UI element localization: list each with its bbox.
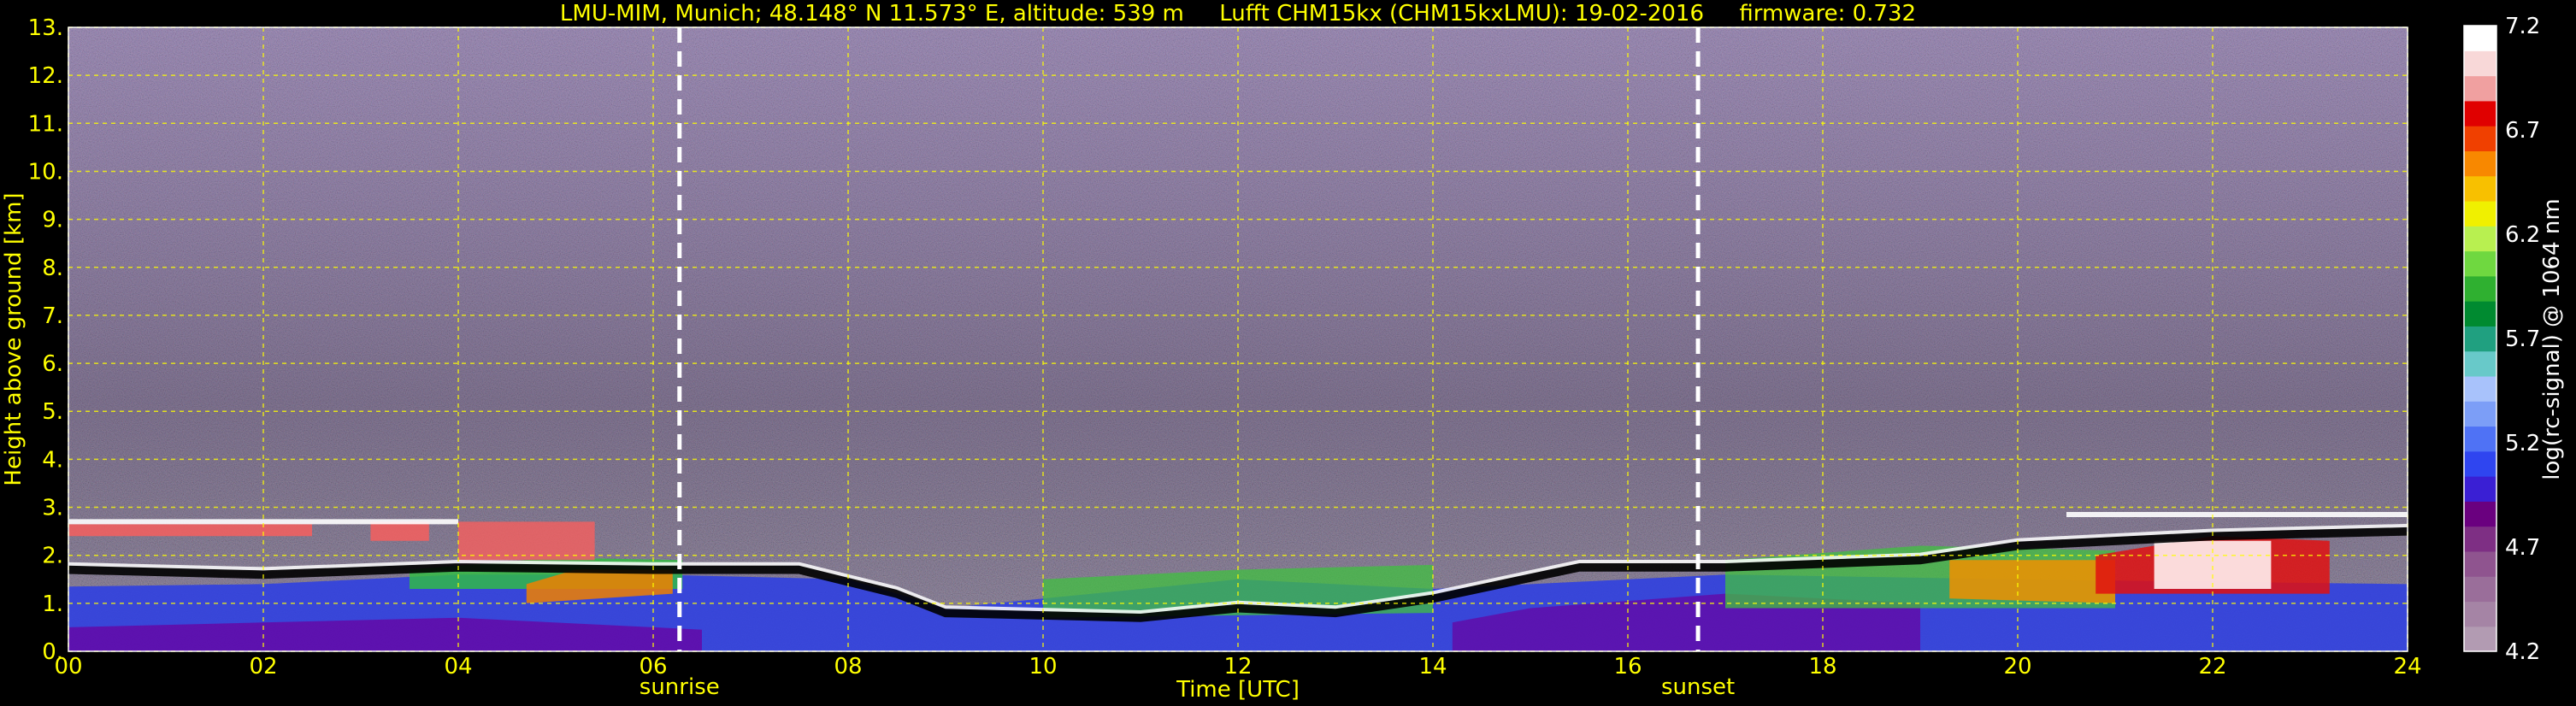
y-tick-label: 2. [42,544,63,569]
x-tick-label: 02 [249,654,277,680]
colorbar-swatch [2464,550,2496,577]
y-tick-label: 5. [42,399,63,425]
colorbar-swatch [2464,526,2496,552]
colorbar-label: log(rc-signal) @ 1064 nm [2539,198,2565,479]
y-tick-label: 0. [42,639,63,665]
y-tick-label: 9. [42,208,63,233]
pbl-white [2154,540,2272,589]
y-tick-label: 12. [28,63,63,89]
chart-title: LMU-MIM, Munich; 48.148° N 11.573° E, al… [560,1,1916,26]
y-tick-label: 11. [28,111,63,137]
residual-red-layer [68,524,312,537]
colorbar-swatch [2464,250,2496,277]
colorbar-tick-label: 4.2 [2505,639,2540,665]
y-axis-label: Height above ground [km] [1,192,27,485]
colorbar-swatch [2464,426,2496,452]
colorbar-swatch [2464,275,2496,302]
x-tick-label: 14 [1418,654,1447,680]
y-tick-label: 8. [42,256,63,281]
colorbar-tick-label: 5.2 [2505,431,2540,456]
colorbar-swatch [2464,226,2496,252]
x-tick-label: 06 [639,654,667,680]
y-tick-label: 4. [42,447,63,473]
colorbar [2463,25,2497,652]
y-tick-label: 10. [28,159,63,185]
colorbar-swatch [2464,375,2496,402]
x-tick-label: 04 [444,654,472,680]
y-tick-label: 13. [28,15,63,41]
x-tick-label: 16 [1613,654,1642,680]
y-tick-label: 6. [42,351,63,377]
colorbar-tick-label: 6.2 [2505,222,2540,248]
x-tick-label: 24 [2393,654,2421,680]
colorbar-swatch [2464,200,2496,227]
y-tick-label: 7. [42,303,63,329]
colorbar-swatch [2464,126,2496,151]
pbl-orange-2 [1949,560,2115,603]
x-tick-label: 18 [1808,654,1836,680]
residual-red-layer-3 [458,521,595,561]
colorbar-swatch [2464,150,2496,177]
x-tick-label: 10 [1029,654,1057,680]
y-tick-label: 3. [42,496,63,521]
colorbar-swatch [2464,450,2496,477]
colorbar-tick-label: 5.7 [2505,327,2540,352]
colorbar-swatch [2464,576,2496,603]
colorbar-swatch [2464,401,2496,427]
colorbar-tick-label: 6.7 [2505,118,2540,144]
x-tick-label: 22 [2198,654,2226,680]
colorbar-swatch [2464,601,2496,627]
colorbar-swatch [2464,326,2496,352]
x-tick-label: 12 [1223,654,1252,680]
colorbar-swatch [2464,50,2496,77]
colorbar-tick-label: 4.7 [2505,535,2540,561]
colorbar-tick-label: 7.2 [2505,14,2540,39]
residual-red-layer-2 [370,521,429,541]
colorbar-swatch [2464,175,2496,202]
colorbar-swatch [2464,501,2496,527]
colorbar-swatch [2464,626,2496,652]
colorbar-swatch [2464,75,2496,102]
ceilometer-chart: sunrise sunset 00 02 04 06 08 10 12 14 16 18 20 22 24… [1,1,2565,703]
colorbar-tick-labels: 4.2 4.7 5.2 5.7 6.2 6.7 7.2 [2505,14,2540,665]
x-tick-label: 20 [2003,654,2031,680]
y-tick-label: 1. [42,591,63,617]
sun-marker-label: sunset [1661,674,1735,700]
colorbar-swatch [2464,100,2496,126]
colorbar-swatch [2464,350,2496,377]
colorbar-swatch [2464,301,2496,327]
colorbar-swatch [2464,476,2496,502]
x-axis-label: Time [UTC] [1176,677,1300,703]
y-tick-labels: 0. 1. 2. 3. 4. 5. 6. 7. 8. 9. 10. 11. 12. 13. [28,15,63,665]
x-tick-labels: 00 02 04 06 08 10 12 14 16 18 20 22 24 [54,654,2421,680]
x-tick-label: 08 [834,654,862,680]
colorbar-swatch [2464,26,2496,51]
